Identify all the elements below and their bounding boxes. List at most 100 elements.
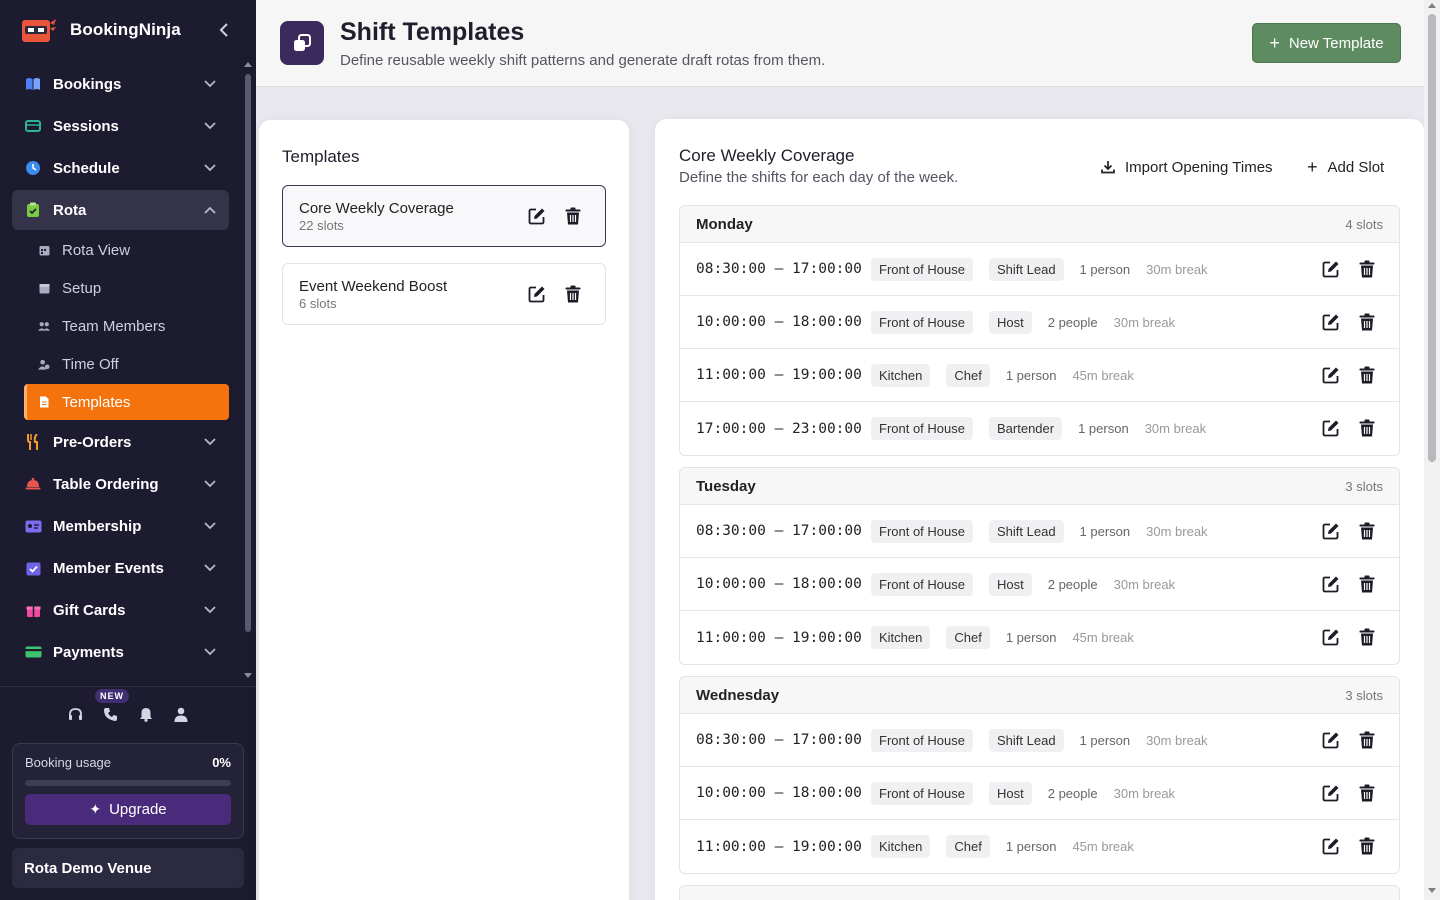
slot-area-chip: Front of House (871, 417, 973, 440)
sidebar-subitem-templates[interactable]: Templates (24, 384, 229, 420)
venue-name: Rota Demo Venue (24, 859, 152, 877)
delete-slot-button[interactable] (1356, 782, 1378, 804)
delete-slot-button[interactable] (1356, 417, 1378, 439)
edit-slot-button[interactable] (1320, 729, 1342, 751)
sidebar-item-label: Pre-Orders (53, 433, 132, 451)
profile-button[interactable] (163, 700, 198, 728)
sidebar-item-membership[interactable]: Membership (12, 506, 229, 546)
main-scroll-thumb[interactable] (1428, 14, 1436, 462)
new-template-button[interactable]: + New Template (1252, 23, 1401, 63)
sidebar-item-payments[interactable]: Payments (12, 632, 229, 672)
slot-area-chip: Front of House (871, 572, 973, 596)
import-opening-times-button[interactable]: Import Opening Times (1101, 156, 1273, 178)
edit-template-button[interactable] (526, 283, 548, 305)
ninja-logo-icon (18, 15, 56, 45)
edit-slot-button[interactable] (1320, 364, 1342, 386)
delete-slot-button[interactable] (1356, 729, 1378, 751)
sidebar-item-sessions[interactable]: Sessions (12, 106, 229, 146)
delete-slot-button[interactable] (1356, 258, 1378, 280)
brand[interactable]: BookingNinja (0, 0, 256, 60)
shift-slot-row: 11:00:00 – 19:00:00 Kitchen Chef 1 perso… (680, 611, 1399, 664)
clock-icon (24, 159, 42, 177)
notifications-button[interactable] (128, 700, 163, 728)
sidebar-item-pre-orders[interactable]: Pre-Orders (12, 422, 229, 462)
collapse-sidebar-button[interactable] (214, 20, 234, 40)
upgrade-button[interactable]: ✦ Upgrade (25, 794, 231, 825)
slot-role-chip: Host (989, 781, 1032, 805)
day-slot-count: 4 slots (1345, 216, 1383, 232)
slot-time: 10:00:00 – 18:00:00 (696, 576, 862, 592)
slot-break: 45m break (1072, 839, 1134, 854)
sidebar-item-schedule[interactable]: Schedule (12, 148, 229, 188)
templates-panel: Templates Core Weekly Coverage 22 slots … (258, 119, 630, 900)
venue-selector[interactable]: Rota Demo Venue (12, 848, 244, 888)
edit-slot-button[interactable] (1320, 782, 1342, 804)
slot-role-chip: Chef (946, 835, 990, 858)
delete-slot-button[interactable] (1356, 364, 1378, 386)
slot-area-chip: Front of House (871, 781, 973, 805)
chevron-down-icon (203, 77, 217, 91)
template-card-core-weekly[interactable]: Core Weekly Coverage 22 slots (282, 185, 606, 247)
sidebar-item-bookings[interactable]: Bookings (12, 64, 229, 104)
sidebar-subitem-time-off[interactable]: Time Off (24, 346, 229, 382)
scroll-up-arrow-icon[interactable] (1428, 3, 1436, 8)
day-block-thursday (679, 885, 1400, 900)
delete-slot-button[interactable] (1356, 311, 1378, 333)
day-slot-count: 3 slots (1345, 478, 1383, 494)
edit-icon (1322, 261, 1339, 278)
delete-slot-button[interactable] (1356, 573, 1378, 595)
day-slot-count: 3 slots (1345, 687, 1383, 703)
shift-slot-row: 10:00:00 – 18:00:00 Front of House Host … (680, 296, 1399, 349)
chevron-up-icon (203, 203, 217, 217)
slot-headcount: 1 person (1079, 261, 1131, 277)
slot-headcount: 1 person (1078, 421, 1129, 436)
edit-template-button[interactable] (526, 205, 548, 227)
sidebar-scroll-thumb[interactable] (245, 74, 251, 632)
delete-slot-button[interactable] (1356, 835, 1378, 857)
new-template-label: New Template (1288, 34, 1384, 52)
trash-icon (1359, 628, 1375, 646)
trash-icon (565, 207, 581, 225)
delete-template-button[interactable] (562, 205, 584, 227)
template-card-event-weekend[interactable]: Event Weekend Boost 6 slots (282, 263, 606, 325)
edit-slot-button[interactable] (1320, 520, 1342, 542)
edit-slot-button[interactable] (1320, 626, 1342, 648)
day-block-monday: Monday 4 slots 08:30:00 – 17:00:00 Front… (679, 205, 1400, 456)
edit-slot-button[interactable] (1320, 258, 1342, 280)
sidebar-item-table-ordering[interactable]: Table Ordering (12, 464, 229, 504)
edit-slot-button[interactable] (1320, 835, 1342, 857)
sidebar-subitem-setup[interactable]: Setup (24, 270, 229, 306)
sidebar-item-gift-cards[interactable]: Gift Cards (12, 590, 229, 630)
phone-icon (104, 707, 117, 721)
edit-icon (1322, 314, 1339, 331)
delete-slot-button[interactable] (1356, 520, 1378, 542)
chevron-down-icon (203, 477, 217, 491)
calendar-grid-icon (38, 244, 50, 256)
scroll-down-arrow-icon[interactable] (244, 673, 252, 678)
slot-role-chip: Host (989, 310, 1032, 334)
scroll-down-arrow-icon[interactable] (1428, 888, 1436, 893)
sidebar-subitem-rota-view[interactable]: Rota View (24, 232, 229, 268)
plus-icon: + (1269, 33, 1280, 53)
edit-icon (1322, 732, 1339, 749)
support-button[interactable] (58, 700, 93, 728)
upgrade-label: Upgrade (109, 801, 167, 818)
slot-role-chip: Host (989, 572, 1032, 596)
sidebar-item-rota[interactable]: Rota (12, 190, 229, 230)
edit-slot-button[interactable] (1320, 417, 1342, 439)
slot-time: 10:00:00 – 18:00:00 (696, 314, 862, 330)
sidebar-scrollbar[interactable] (244, 62, 252, 682)
main-scrollbar[interactable] (1424, 0, 1440, 900)
shift-slot-row: 08:30:00 – 17:00:00 Front of House Shift… (680, 243, 1399, 296)
delete-template-button[interactable] (562, 283, 584, 305)
delete-slot-button[interactable] (1356, 626, 1378, 648)
phone-button[interactable]: NEW (93, 689, 129, 728)
edit-icon (1322, 367, 1339, 384)
sidebar-subitem-team-members[interactable]: Team Members (24, 308, 229, 344)
scroll-up-arrow-icon[interactable] (244, 62, 252, 67)
edit-slot-button[interactable] (1320, 573, 1342, 595)
add-slot-button[interactable]: + Add Slot (1307, 156, 1384, 178)
edit-icon (1322, 576, 1339, 593)
sidebar-item-member-events[interactable]: Member Events (12, 548, 229, 588)
edit-slot-button[interactable] (1320, 311, 1342, 333)
